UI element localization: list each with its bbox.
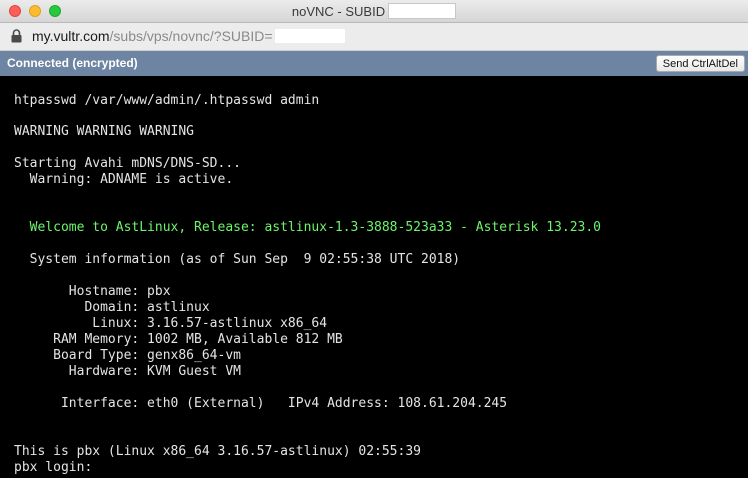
console-line: htpasswd /var/www/admin/.htpasswd admin [14,93,320,108]
address-bar[interactable]: my.vultr.com/subs/vps/novnc/?SUBID= [0,23,748,51]
send-ctrl-alt-del-button[interactable]: Send CtrlAltDel [655,55,745,72]
window-title: noVNC - SUBID [291,4,386,19]
console-line: WARNING WARNING WARNING [14,124,195,139]
lock-icon [11,29,22,43]
console-line: Board Type: genx86_64-vm [14,348,241,363]
console-line: Warning: ADNAME is active. [14,172,234,187]
url-path: /subs/vps/novnc/?SUBID= [109,28,273,44]
console-line: System information (as of Sun Sep 9 02:5… [14,252,461,267]
redacted-subid-box [388,3,457,19]
url-text[interactable]: my.vultr.com/subs/vps/novnc/?SUBID= [32,23,345,50]
redacted-url-subid [274,29,345,43]
console-line: Starting Avahi mDNS/DNS-SD... [14,156,241,171]
connection-status: Connected (encrypted) [7,56,138,70]
console-line: Linux: 3.16.57-astlinux x86_64 [14,316,328,331]
browser-window: noVNC - SUBID my.vultr.com/subs/vps/novn… [0,0,748,478]
console-line: Hostname: pbx [14,284,171,299]
title-bar: noVNC - SUBID [0,0,748,23]
console-line: This is pbx (Linux x86_64 3.16.57-astlin… [14,444,421,459]
vnc-console[interactable]: htpasswd /var/www/admin/.htpasswd admin … [0,76,748,478]
console-line: RAM Memory: 1002 MB, Available 812 MB [14,332,343,347]
console-line: Interface: eth0 (External) IPv4 Address:… [14,396,508,411]
console-line: Hardware: KVM Guest VM [14,364,241,379]
welcome-line: Welcome to AstLinux, Release: astlinux-1… [14,220,601,235]
login-prompt[interactable]: pbx login: [14,460,92,476]
window-title-area: noVNC - SUBID [0,0,748,23]
url-host: my.vultr.com [32,28,110,44]
console-line: Domain: astlinux [14,300,210,315]
novnc-status-bar: Connected (encrypted) Send CtrlAltDel [0,51,748,76]
